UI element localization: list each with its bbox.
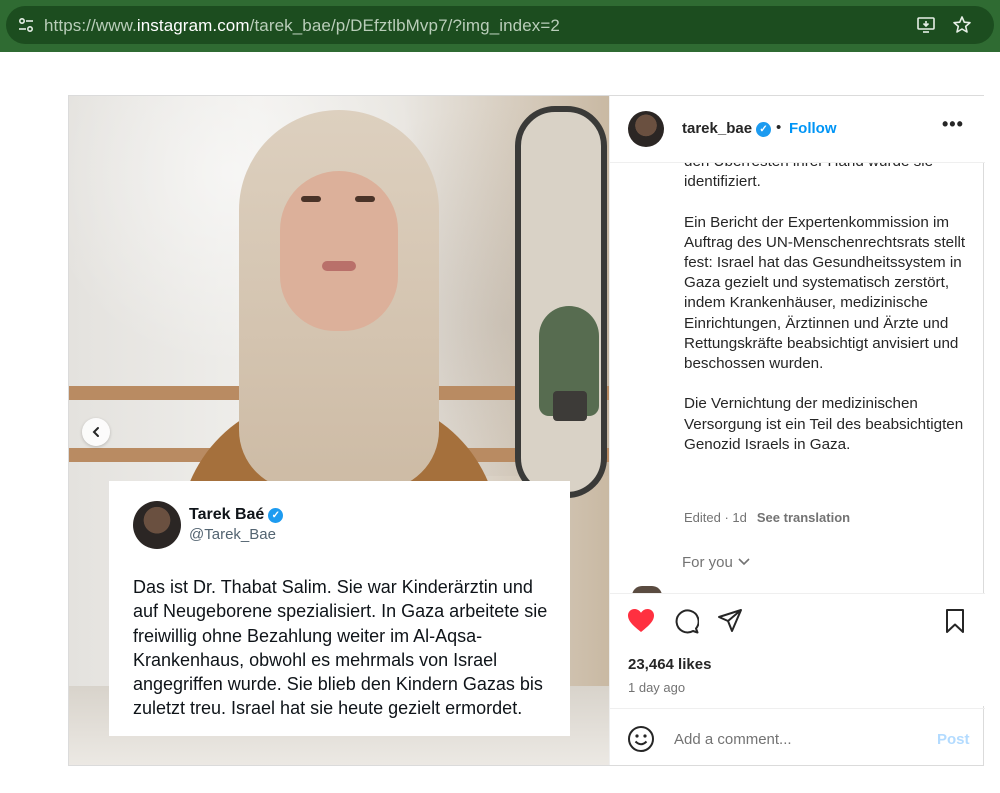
caption-paragraph: Die Vernichtung der medizinischen Versor… (684, 395, 964, 453)
person-lips (322, 261, 356, 271)
comment-input[interactable] (672, 727, 926, 751)
avatar[interactable] (628, 111, 664, 147)
plant-pot (553, 391, 587, 421)
caption-meta: Edited · 1d See translation (684, 510, 850, 525)
more-options-button[interactable]: ••• (942, 114, 964, 135)
chevron-left-icon[interactable] (82, 418, 110, 446)
separator-dot: • (776, 119, 782, 136)
browser-toolbar: https://www.instagram.com/tarek_bae/p/DE… (0, 0, 1000, 52)
caption-paragraph: Ein Bericht der Expertenkommission im Au… (684, 213, 966, 373)
post-card: Tarek Baé ✓ @Tarek_Bae Das ist Dr. Thabat… (68, 95, 985, 766)
chevron-down-icon (738, 558, 750, 566)
likes-count[interactable]: 23,464 likes (628, 656, 711, 673)
post-actions: 23,464 likes 1 day ago (610, 593, 985, 706)
tweet-author-name: Tarek Baé ✓ (189, 506, 284, 524)
follow-button[interactable]: Follow (789, 120, 837, 137)
post-timestamp[interactable]: 1 day ago (628, 680, 685, 695)
see-translation-link[interactable]: See translation (757, 510, 850, 525)
post-media[interactable]: Tarek Baé ✓ @Tarek_Bae Das ist Dr. Thabat… (69, 96, 609, 765)
bookmark-icon[interactable] (940, 606, 970, 636)
edited-timestamp: Edited · 1d (684, 510, 747, 525)
verified-badge-icon: ✓ (268, 508, 284, 523)
comment-composer: Post (610, 708, 985, 766)
address-bar[interactable]: https://www.instagram.com/tarek_bae/p/DE… (6, 6, 994, 44)
emoji-icon[interactable] (627, 725, 655, 753)
tweet-author-handle: @Tarek_Bae (189, 526, 276, 543)
mirror (515, 106, 607, 498)
person-face (280, 171, 398, 331)
person-eye (301, 196, 321, 202)
person-eye (355, 196, 375, 202)
avatar (133, 501, 181, 549)
post-sidebar: den Überresten ihrer Hand wurde sie iden… (609, 96, 985, 765)
post-comment-button[interactable]: Post (937, 731, 970, 748)
star-icon[interactable] (948, 11, 976, 39)
post-caption: den Überresten ihrer Hand wurde sie iden… (684, 152, 966, 475)
verified-badge-icon: ✓ (756, 122, 772, 137)
comment-icon[interactable] (671, 606, 701, 636)
username-link[interactable]: tarek_bae ✓ (682, 120, 772, 137)
send-icon[interactable] (715, 606, 745, 636)
for-you-filter[interactable]: For you (682, 554, 751, 571)
heart-filled-icon[interactable] (626, 606, 656, 636)
tweet-card: Tarek Baé ✓ @Tarek_Bae Das ist Dr. Thabat… (109, 481, 570, 736)
tune-icon[interactable] (10, 9, 42, 41)
post-header: tarek_bae ✓ • Follow ••• (610, 96, 985, 163)
tweet-text: Das ist Dr. Thabat Salim. Sie war Kinder… (133, 577, 548, 719)
url-text[interactable]: https://www.instagram.com/tarek_bae/p/DE… (44, 16, 560, 36)
install-app-icon[interactable] (912, 11, 940, 39)
